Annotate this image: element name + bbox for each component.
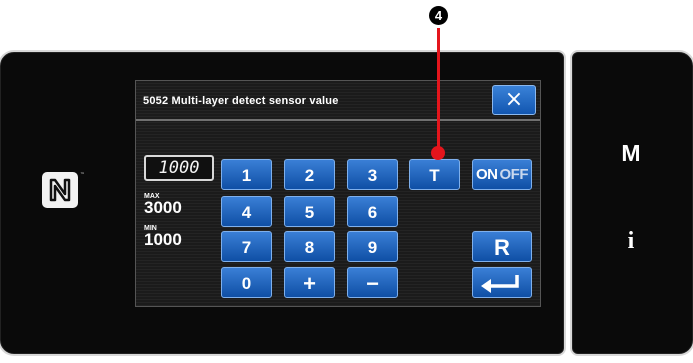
callout-line: [437, 28, 440, 152]
key-8[interactable]: 8: [284, 231, 335, 262]
min-value: 1000: [144, 230, 182, 249]
dialog-title: 5052 Multi-layer detect sensor value: [143, 95, 339, 107]
callout-dot: [431, 146, 445, 160]
key-7[interactable]: 7: [221, 231, 272, 262]
key-t[interactable]: T: [409, 159, 460, 190]
min-limit: MIN 1000: [144, 225, 182, 249]
key-1[interactable]: 1: [221, 159, 272, 190]
key-5[interactable]: 5: [284, 196, 335, 227]
enter-button[interactable]: [472, 267, 532, 298]
dialog-code: 5052: [143, 95, 169, 107]
value-display: 1000: [144, 155, 214, 181]
nfc-trademark: ™: [80, 172, 85, 178]
key-0[interactable]: 0: [221, 267, 272, 298]
enter-return-icon: [481, 275, 519, 293]
max-value: 3000: [144, 198, 182, 217]
menu-m-button[interactable]: M: [611, 140, 651, 167]
on-label: ON: [476, 166, 498, 183]
off-label: OFF: [499, 166, 529, 183]
key-minus[interactable]: −: [347, 267, 398, 298]
callout-number: 4: [429, 6, 448, 25]
close-icon: ×: [504, 87, 524, 112]
reset-button[interactable]: R: [472, 231, 532, 262]
side-panel: [572, 52, 693, 354]
key-3[interactable]: 3: [347, 159, 398, 190]
close-button[interactable]: ×: [492, 85, 536, 115]
dialog-title-label: Multi-layer detect sensor value: [171, 95, 339, 107]
dialog-screen: 5052 Multi-layer detect sensor value × 1…: [135, 80, 541, 307]
info-i-button[interactable]: i: [611, 228, 651, 255]
nfc-mark-icon: [42, 172, 78, 208]
dialog-title-bar: 5052 Multi-layer detect sensor value ×: [136, 81, 540, 121]
key-6[interactable]: 6: [347, 196, 398, 227]
on-off-toggle[interactable]: ON OFF: [472, 159, 532, 190]
key-4[interactable]: 4: [221, 196, 272, 227]
max-limit: MAX 3000: [144, 193, 182, 217]
key-plus[interactable]: +: [284, 267, 335, 298]
key-9[interactable]: 9: [347, 231, 398, 262]
key-2[interactable]: 2: [284, 159, 335, 190]
